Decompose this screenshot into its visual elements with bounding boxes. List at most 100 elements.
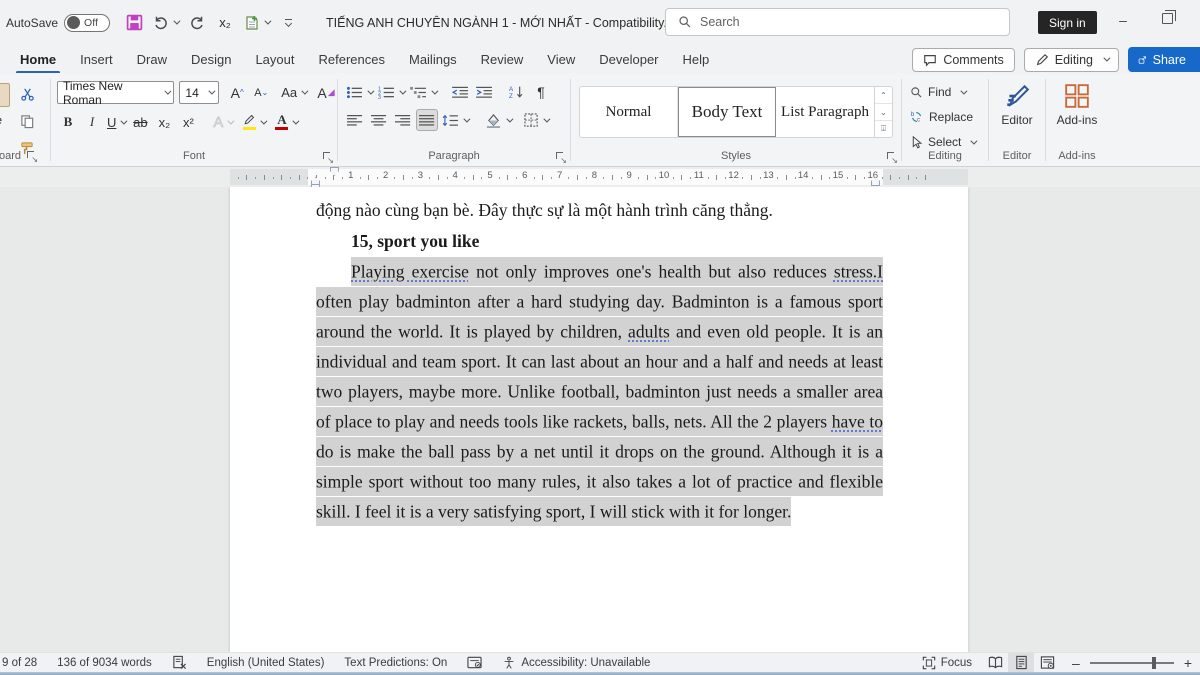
replace-button[interactable]: Replace (910, 106, 988, 128)
share-button[interactable]: Share (1128, 47, 1200, 72)
change-case-button[interactable]: Aa (279, 82, 308, 104)
undo-button[interactable] (150, 10, 181, 36)
styles-scroll-down-button[interactable]: ⌄ (875, 104, 892, 121)
align-right-button[interactable] (392, 109, 414, 131)
focus-button[interactable]: Focus (912, 653, 982, 672)
editor-button[interactable]: Editor (989, 81, 1045, 129)
style-list-paragraph[interactable]: List Paragraph (776, 87, 874, 137)
clipboard-group: te oard (0, 73, 50, 166)
word-count[interactable]: 136 of 9034 words (47, 653, 162, 672)
styles-more-button[interactable]: ⍗ (875, 121, 892, 137)
comments-button[interactable]: Comments (912, 48, 1014, 72)
text-predictions-indicator[interactable]: Text Predictions: On (334, 653, 457, 672)
tab-draw[interactable]: Draw (135, 48, 169, 71)
underline-button[interactable]: U (105, 111, 127, 133)
pencil-icon (1035, 53, 1049, 67)
accessibility-icon (502, 656, 516, 670)
document-title[interactable]: TIẾNG ANH CHUYÊN NGÀNH 1 - MỚI NHẤT - Co… (326, 16, 694, 30)
tab-help[interactable]: Help (681, 48, 712, 71)
style-normal[interactable]: Normal (580, 87, 678, 137)
addins-button[interactable]: Add-ins (1046, 81, 1108, 129)
font-dialog-launcher[interactable] (323, 152, 333, 162)
tab-developer[interactable]: Developer (597, 48, 660, 71)
tab-review[interactable]: Review (479, 48, 526, 71)
grow-font-button[interactable]: A^ (226, 82, 248, 104)
borders-button[interactable] (522, 109, 550, 131)
tab-mailings[interactable]: Mailings (407, 48, 459, 71)
language-indicator[interactable]: English (United States) (197, 653, 335, 672)
align-left-button[interactable] (344, 109, 366, 131)
paste-button[interactable]: te (0, 81, 10, 159)
styles-scroll-up-button[interactable]: ⌃ (875, 87, 892, 104)
font-size-combo[interactable]: 14 (179, 81, 219, 104)
page-indicator[interactable]: 9 of 28 (0, 653, 47, 672)
zoom-in-button[interactable]: + (1182, 653, 1200, 672)
document-heading[interactable]: 15, sport you like (351, 226, 883, 256)
paragraph-dialog-launcher[interactable] (556, 152, 566, 162)
show-hide-marks-button[interactable]: ¶ (530, 81, 552, 103)
document-line[interactable]: động nào cùng bạn bè. Đây thực sự là một… (316, 195, 883, 225)
decrease-indent-button[interactable] (449, 81, 471, 103)
autosave-control[interactable]: AutoSave Off (6, 14, 110, 32)
selected-paragraph[interactable]: Playing exercise not only improves one's… (316, 256, 883, 526)
undo-dropdown-icon[interactable] (173, 18, 180, 25)
subscript-button[interactable]: x₂ (153, 111, 175, 133)
tab-design[interactable]: Design (189, 48, 233, 71)
numbering-button[interactable] (376, 81, 406, 103)
save-button[interactable] (122, 10, 146, 36)
bullets-button[interactable] (344, 81, 374, 103)
web-layout-button[interactable] (1034, 653, 1060, 672)
text-highlight-button[interactable] (240, 111, 267, 133)
clear-formatting-button[interactable]: A◢ (315, 82, 337, 104)
paste-special-dropdown-icon[interactable] (264, 18, 271, 25)
customize-qat-button[interactable] (276, 10, 300, 36)
print-layout-button[interactable] (1008, 653, 1034, 672)
restore-button[interactable] (1162, 13, 1173, 24)
read-mode-button[interactable] (982, 653, 1008, 672)
tab-insert[interactable]: Insert (78, 48, 115, 71)
tab-layout[interactable]: Layout (253, 48, 296, 71)
tab-references[interactable]: References (317, 48, 387, 71)
font-color-button[interactable]: A (273, 111, 299, 133)
tab-view[interactable]: View (545, 48, 577, 71)
clipboard-dialog-launcher[interactable] (27, 151, 37, 161)
styles-dialog-launcher[interactable] (887, 152, 897, 162)
bold-button[interactable]: B (57, 111, 79, 133)
minimize-button[interactable]: – (1112, 12, 1134, 28)
italic-button[interactable]: I (81, 111, 103, 133)
shrink-font-button[interactable]: A⌄ (250, 82, 272, 104)
paste-special-button[interactable] (241, 10, 272, 36)
styles-gallery: Normal Body Text List Paragraph ⌃ ⌄ ⍗ (579, 86, 893, 138)
align-center-button[interactable] (368, 109, 390, 131)
editing-mode-button[interactable]: Editing (1024, 48, 1119, 72)
tab-home[interactable]: Home (18, 48, 58, 71)
shading-button[interactable] (483, 109, 513, 131)
strikethrough-button[interactable]: ab (129, 111, 151, 133)
document-area[interactable]: động nào cùng bạn bè. Đây thực sự là một… (0, 187, 1200, 652)
search-input[interactable]: Search (665, 8, 1010, 36)
horizontal-ruler[interactable]: 12345678910111213141516 (0, 167, 1200, 187)
style-body-text[interactable]: Body Text (678, 87, 776, 137)
justify-button[interactable] (416, 109, 438, 131)
text-effects-button[interactable]: A (211, 111, 234, 133)
autosave-toggle[interactable]: Off (64, 14, 110, 32)
proofing-errors-button[interactable] (162, 653, 197, 672)
line-spacing-button[interactable] (440, 109, 470, 131)
redo-button[interactable] (185, 10, 209, 36)
subscript-qat-button[interactable]: x₂ (213, 10, 237, 36)
sort-button[interactable] (506, 81, 528, 103)
multilevel-list-button[interactable] (408, 81, 438, 103)
increase-indent-button[interactable] (473, 81, 495, 103)
accessibility-checker[interactable]: Accessibility: Unavailable (492, 653, 660, 672)
font-name-combo[interactable]: Times New Roman (57, 81, 174, 104)
cut-button[interactable] (16, 83, 38, 105)
find-button[interactable]: Find (910, 81, 988, 103)
copy-button[interactable] (16, 110, 38, 132)
sign-in-button[interactable]: Sign in (1038, 11, 1097, 34)
zoom-out-button[interactable]: – (1060, 653, 1082, 672)
document-page[interactable]: động nào cùng bạn bè. Đây thực sự là một… (230, 187, 968, 652)
superscript-button[interactable]: x² (177, 111, 199, 133)
editing-mode-indicator[interactable] (457, 653, 492, 672)
zoom-slider-knob[interactable] (1152, 657, 1156, 669)
zoom-slider[interactable] (1090, 662, 1174, 664)
